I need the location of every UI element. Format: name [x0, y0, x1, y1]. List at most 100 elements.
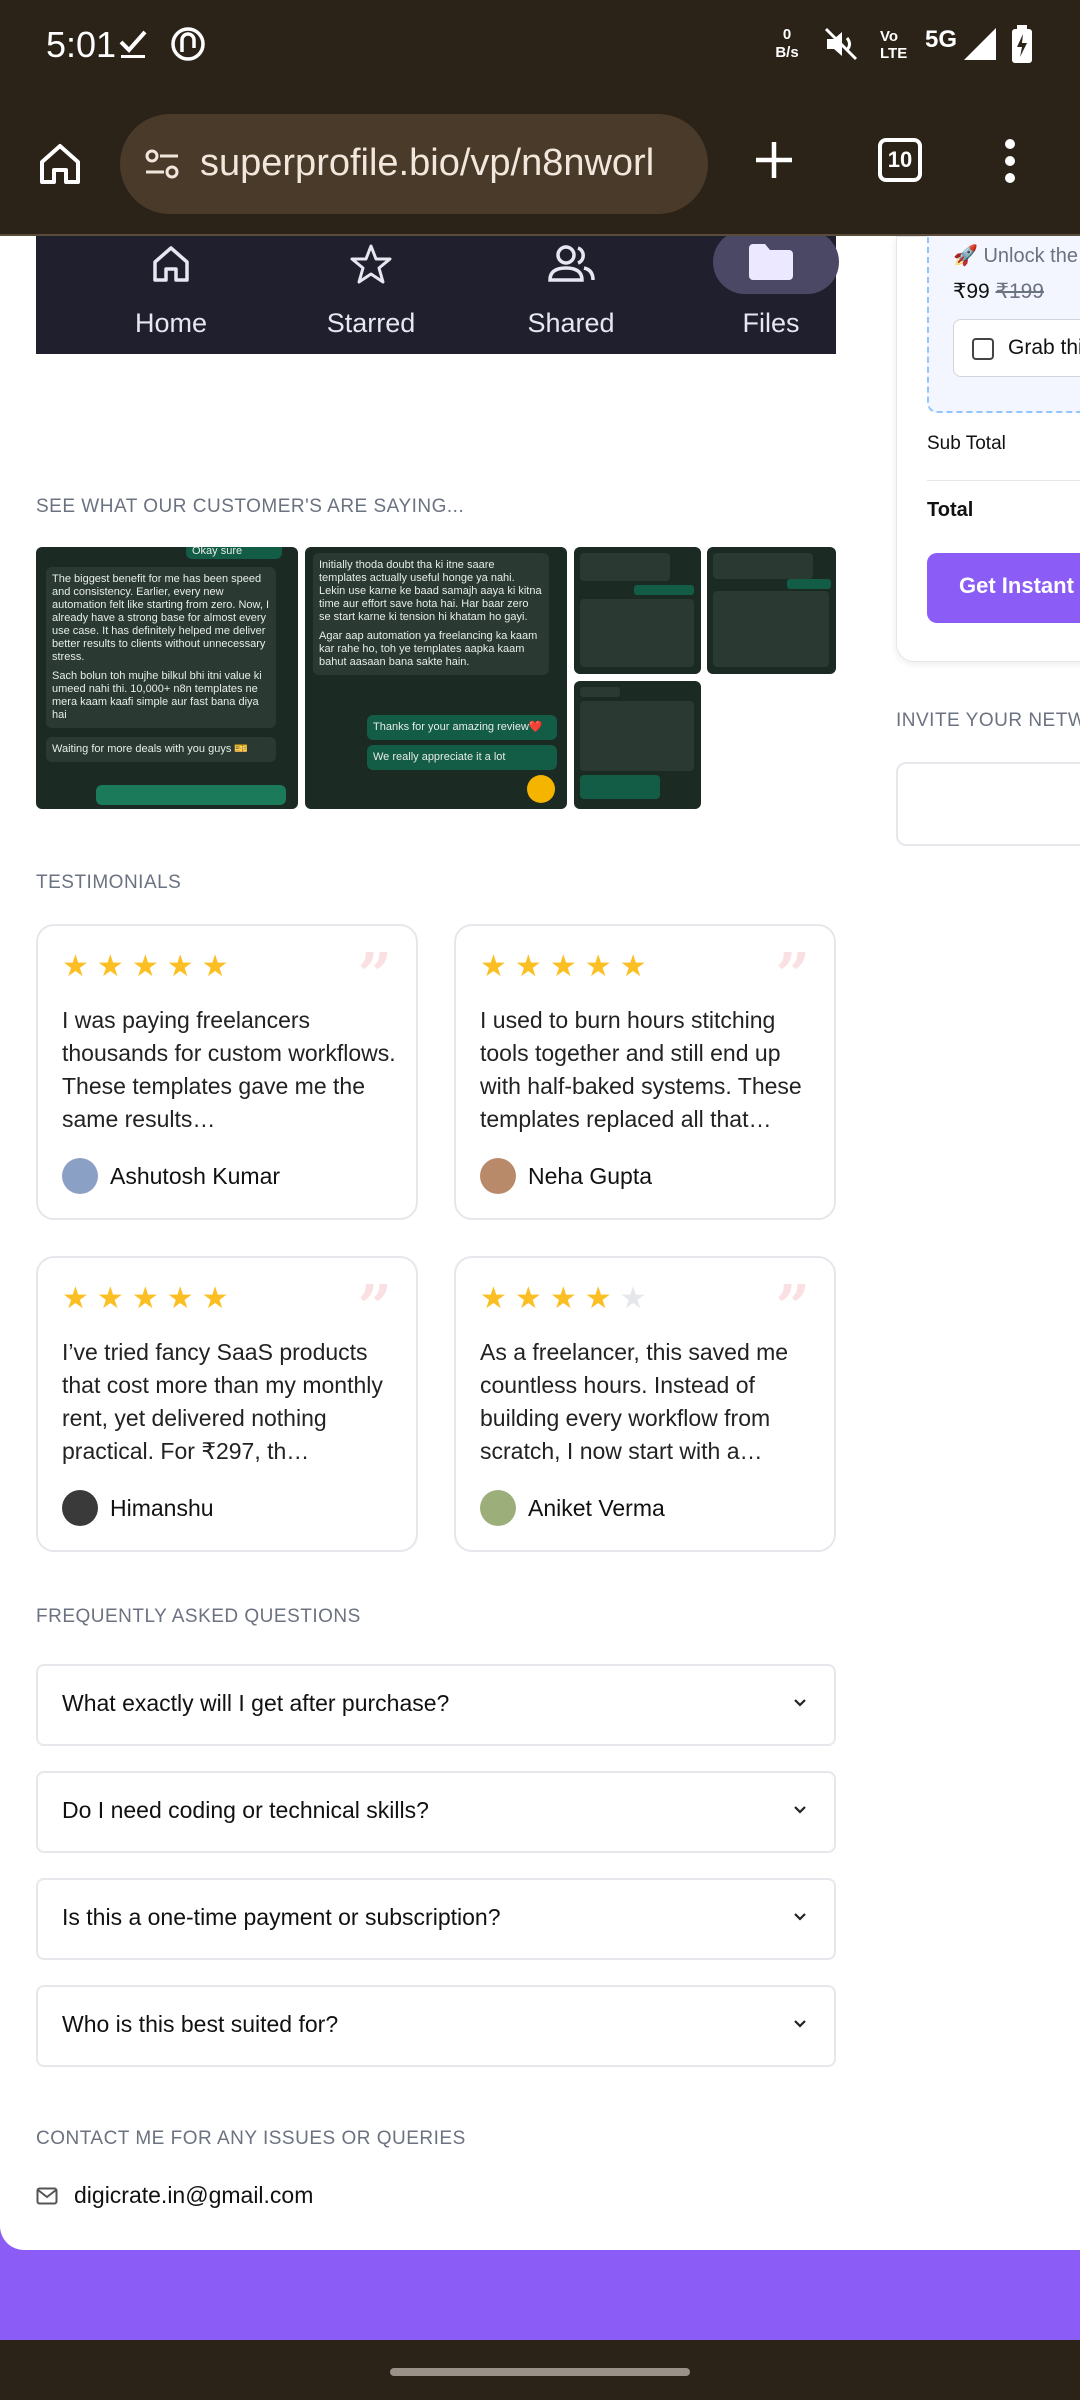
faq-item[interactable]: What exactly will I get after purchase? — [36, 1664, 836, 1746]
star-icon: ★ — [514, 950, 542, 983]
star-icon: ★ — [514, 1282, 542, 1315]
testimonials-heading: TESTIMONIALS — [36, 872, 182, 893]
star-empty-icon: ★ — [619, 1282, 647, 1315]
star-icon: ★ — [480, 1282, 507, 1315]
faq-item[interactable]: Who is this best suited for? — [36, 1985, 836, 2067]
star-icon: ★ — [166, 1282, 194, 1315]
chat-screenshot-4[interactable] — [707, 547, 836, 674]
chat-highlight — [96, 785, 286, 805]
site-settings-icon[interactable] — [142, 144, 182, 189]
net-speed-unit: B/s — [775, 44, 799, 61]
divider — [927, 480, 1080, 481]
avatar — [62, 1490, 98, 1526]
chevron-down-icon — [794, 2020, 806, 2028]
quote-icon: ” — [775, 941, 810, 1011]
drive-nav-home: Home — [91, 236, 251, 354]
browser-toolbar: superprofile.bio/vp/n8nworl 10 — [0, 100, 1080, 236]
email-link[interactable]: digicrate.in@gmail.com — [74, 2182, 313, 2209]
testimonial-card: ★ ★ ★ ★ ★ ” I was paying freelancers thousan… — [36, 924, 418, 1220]
system-nav-bar — [0, 2340, 1080, 2400]
star-icon — [349, 242, 393, 291]
check-icon — [118, 24, 150, 64]
volte-indicator: Vo LTE — [880, 28, 907, 62]
url-text: superprofile.bio/vp/n8nworl — [200, 142, 655, 184]
quote-icon: ” — [357, 1273, 392, 1343]
contact-email[interactable]: digicrate.in@gmail.com — [36, 2182, 313, 2209]
faq-question: Do I need coding or technical skills? — [62, 1797, 429, 1823]
chevron-down-icon — [794, 1913, 806, 1921]
chat-screenshot-1[interactable]: Okay sure The biggest benefit for me has… — [36, 547, 298, 809]
drive-nav-label: Starred — [326, 308, 416, 338]
chat-message-text: Initially thoda doubt tha ki itne saare … — [319, 559, 542, 623]
status-bar: 5:01 0 B/s Vo LTE 5G — [0, 0, 1080, 100]
offer-checkbox[interactable] — [972, 338, 994, 360]
volte-top: Vo — [880, 28, 899, 45]
offer-box: 🚀 Unlock the ₹99 ₹199 Grab thi — [927, 236, 1080, 413]
testimonial-text: I used to burn hours stitching tools tog… — [480, 1007, 802, 1132]
new-tab-icon[interactable] — [752, 138, 796, 187]
more-menu-icon[interactable] — [1004, 138, 1016, 189]
thumbs-up-icon — [527, 775, 555, 803]
testimonial-card: ★ ★ ★ ★ ★ ” I used to burn hours stitching t… — [454, 924, 836, 1220]
price-old: ₹199 — [995, 280, 1044, 303]
chat-reply: Thanks for your amazing review❤️ — [367, 715, 557, 740]
faq-item[interactable]: Do I need coding or technical skills? — [36, 1771, 836, 1853]
buy-button-label: Get Instant — [959, 573, 1074, 598]
battery-icon — [1010, 24, 1034, 64]
chat-message-text: The biggest benefit for me has been spee… — [52, 573, 270, 663]
star-icon: ★ — [131, 950, 159, 983]
network-type: 5G — [925, 26, 958, 53]
star-icon: ★ — [131, 1282, 159, 1315]
app-notification-icon — [170, 24, 206, 64]
star-icon: ★ — [584, 1282, 612, 1315]
star-icon: ★ — [549, 1282, 577, 1315]
star-icon: ★ — [166, 950, 194, 983]
drive-nav-label: Files — [742, 308, 800, 338]
testimonial-card: ★ ★ ★ ★ ★ ” I’ve tried fancy SaaS products t… — [36, 1256, 418, 1552]
offer-price: ₹99 ₹199 — [953, 279, 1044, 304]
people-icon — [546, 242, 596, 291]
page-content: Home Starred Shared Files SEE WHAT OUR C… — [0, 236, 1080, 2250]
chat-message: Initially thoda doubt tha ki itne saare … — [313, 553, 549, 675]
star-icon: ★ — [62, 950, 89, 983]
price-current: ₹99 — [953, 280, 990, 303]
faq-question: What exactly will I get after purchase? — [62, 1690, 450, 1716]
chat-message-footer: Waiting for more deals with you guys 🎫 — [46, 737, 276, 762]
faq-heading: FREQUENTLY ASKED QUESTIONS — [36, 1606, 361, 1627]
testimonial-text: I was paying freelancers thousands for c… — [62, 1007, 396, 1132]
tab-switcher-button[interactable]: 10 — [878, 138, 922, 182]
chat-screenshot-3[interactable] — [574, 547, 701, 674]
star-icon: ★ — [62, 1282, 89, 1315]
star-icon: ★ — [480, 950, 507, 983]
grab-offer-option[interactable]: Grab thi — [953, 319, 1080, 377]
offer-text: 🚀 Unlock the — [953, 245, 1078, 267]
mute-icon — [822, 24, 860, 64]
grab-offer-label: Grab thi — [1008, 336, 1080, 359]
address-bar[interactable]: superprofile.bio/vp/n8nworl — [120, 114, 708, 214]
chevron-down-icon — [794, 1806, 806, 1814]
avatar — [480, 1158, 516, 1194]
status-time: 5:01 — [46, 24, 117, 65]
faq-item[interactable]: Is this a one-time payment or subscripti… — [36, 1878, 836, 1960]
testimonial-text: As a freelancer, this saved me countless… — [480, 1339, 789, 1464]
avatar — [480, 1490, 516, 1526]
buy-button[interactable]: Get Instant — [927, 553, 1080, 623]
star-icon: ★ — [201, 950, 229, 983]
star-icon: ★ — [584, 950, 612, 983]
gesture-handle[interactable] — [390, 2368, 690, 2376]
testimonial-card: ★ ★ ★ ★ ★ ” As a freelancer, this saved me c… — [454, 1256, 836, 1552]
star-rating: ★ ★ ★ ★ ★ — [480, 952, 647, 982]
author-name: Aniket Verma — [528, 1494, 665, 1521]
chat-screenshot-2[interactable]: Initially thoda doubt tha ki itne saare … — [305, 547, 567, 809]
star-icon: ★ — [201, 1282, 229, 1315]
chat-screenshot-5[interactable] — [574, 681, 701, 809]
star-rating: ★ ★ ★ ★ ★ — [480, 1284, 647, 1314]
net-speed-value: 0 — [782, 26, 792, 43]
contact-heading: CONTACT ME FOR ANY ISSUES OR QUERIES — [36, 2128, 466, 2149]
home-icon[interactable] — [36, 140, 84, 193]
chevron-down-icon — [794, 1699, 806, 1707]
invite-box[interactable] — [896, 762, 1080, 846]
chat-message-text-2: Agar aap automation ya freelancing ka ka… — [319, 630, 538, 668]
quote-icon: ” — [775, 1273, 810, 1343]
mail-icon — [36, 2187, 58, 2204]
